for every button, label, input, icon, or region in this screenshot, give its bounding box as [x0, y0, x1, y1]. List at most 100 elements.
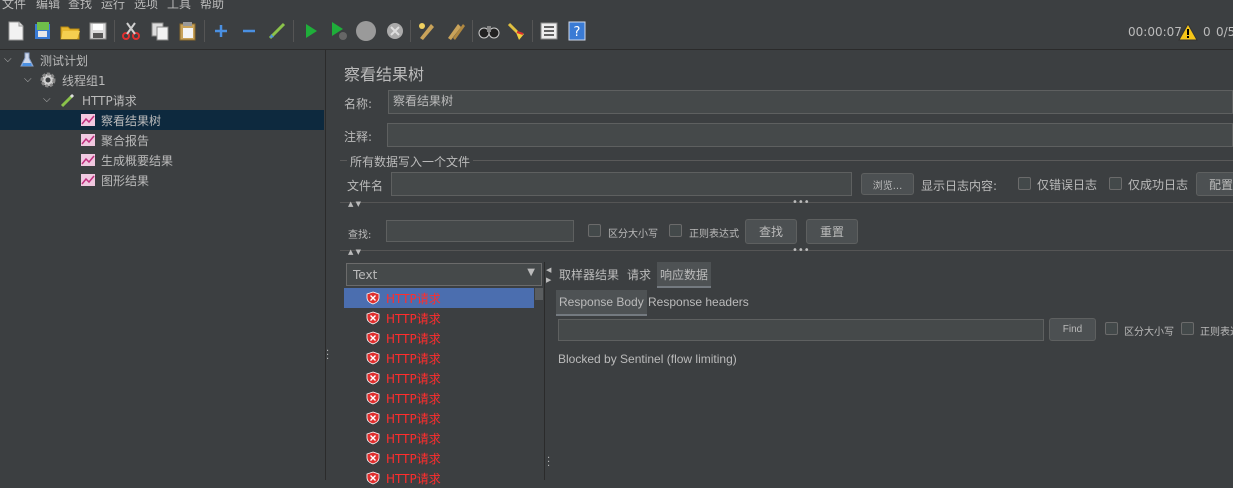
- response-case-checkbox[interactable]: [1105, 322, 1118, 335]
- search-regex-checkbox[interactable]: [669, 224, 682, 237]
- tree-node-aggregate-report[interactable]: 聚合报告: [80, 130, 149, 150]
- start-icon[interactable]: [300, 20, 322, 42]
- warning-icon[interactable]: [1177, 21, 1199, 43]
- test-plan-tree: ⌵ 测试计划 ⌵ 线程组1 ⌵ HTTP请求 察看结果树 聚合报告 生成概要结果…: [0, 50, 325, 480]
- broom-icon[interactable]: [505, 20, 527, 42]
- tree-node-thread-group[interactable]: 线程组1: [40, 70, 106, 90]
- name-field[interactable]: 察看结果树: [388, 90, 1233, 114]
- result-item[interactable]: HTTP请求: [344, 388, 534, 408]
- response-find-button[interactable]: Find: [1049, 318, 1096, 341]
- tree-node-label: 测试计划: [40, 53, 89, 68]
- result-item[interactable]: HTTP请求: [344, 428, 534, 448]
- new-file-icon[interactable]: [5, 20, 27, 42]
- clear-all-icon[interactable]: [445, 20, 467, 42]
- chevron-down-icon[interactable]: ⌵: [43, 94, 51, 105]
- result-item[interactable]: HTTP请求: [344, 308, 534, 328]
- tab-sampler-result[interactable]: 取样器结果: [556, 262, 622, 286]
- result-item[interactable]: HTTP请求: [344, 468, 534, 488]
- menu-search[interactable]: 查找: [68, 0, 92, 12]
- renderer-select[interactable]: Text ▼: [346, 263, 542, 286]
- errors-only-checkbox[interactable]: [1018, 177, 1031, 190]
- thread-count: 0/5: [1216, 25, 1233, 39]
- stop-icon[interactable]: [355, 20, 377, 42]
- search-find-button[interactable]: 查找: [745, 219, 797, 244]
- menu-tools[interactable]: 工具: [167, 0, 191, 12]
- svg-text:?: ?: [574, 25, 581, 40]
- expand-plus-icon[interactable]: [210, 20, 232, 42]
- result-item-label: HTTP请求: [386, 291, 441, 306]
- success-only-checkbox[interactable]: [1109, 177, 1122, 190]
- horizontal-splitter[interactable]: ▲ ▼ •••: [340, 197, 1233, 211]
- result-item[interactable]: HTTP请求: [344, 368, 534, 388]
- copy-icon[interactable]: [149, 20, 171, 42]
- tree-node-label: 察看结果树: [101, 113, 162, 128]
- result-item[interactable]: HTTP请求: [344, 448, 534, 468]
- error-shield-icon: [366, 471, 380, 485]
- log-content-label: 显示日志内容:: [921, 179, 998, 193]
- search-reset-button[interactable]: 重置: [806, 219, 858, 244]
- error-shield-icon: [366, 371, 380, 385]
- open-folder-icon[interactable]: [59, 20, 81, 42]
- gear-icon: [40, 72, 56, 88]
- shutdown-icon[interactable]: [384, 20, 406, 42]
- split-pane-divider[interactable]: · · ·: [325, 50, 332, 480]
- search-input[interactable]: [386, 220, 574, 242]
- help-icon[interactable]: ?: [566, 20, 588, 42]
- toolbar-separator: [204, 20, 205, 42]
- error-shield-icon: [366, 331, 380, 345]
- tree-node-test-plan[interactable]: 测试计划: [20, 50, 88, 70]
- graph-icon: [81, 114, 95, 126]
- configure-button[interactable]: 配置: [1196, 172, 1233, 196]
- menu-file[interactable]: 文件: [2, 0, 26, 12]
- tree-node-view-results-tree[interactable]: 察看结果树: [0, 110, 324, 130]
- menu-help[interactable]: 帮助: [200, 0, 224, 12]
- menu-edit[interactable]: 编辑: [36, 0, 60, 12]
- vertical-splitter[interactable]: ◀ ▶ · · ·: [544, 262, 553, 480]
- tab-response-data[interactable]: 响应数据: [657, 262, 712, 288]
- clear-icon[interactable]: [416, 20, 438, 42]
- error-shield-icon: [366, 431, 380, 445]
- cut-icon[interactable]: [120, 20, 142, 42]
- subtab-response-body[interactable]: Response Body: [556, 290, 647, 316]
- chevron-down-icon[interactable]: ⌵: [4, 54, 12, 65]
- toolbar-separator: [410, 20, 411, 42]
- toolbar: ? 00:00:07 0 0/5: [0, 12, 1233, 50]
- function-list-icon[interactable]: [538, 20, 560, 42]
- subtab-response-headers[interactable]: Response headers: [645, 290, 752, 314]
- start-no-pause-icon[interactable]: [328, 20, 350, 42]
- paste-icon[interactable]: [177, 20, 199, 42]
- search-case-checkbox[interactable]: [588, 224, 601, 237]
- result-item-label: HTTP请求: [386, 471, 441, 486]
- result-item[interactable]: HTTP请求: [344, 288, 534, 308]
- binoculars-icon[interactable]: [478, 20, 500, 42]
- collapse-minus-icon[interactable]: [238, 20, 260, 42]
- chevron-down-icon[interactable]: ⌵: [24, 74, 32, 85]
- toolbar-separator: [532, 20, 533, 42]
- save-icon[interactable]: [87, 20, 109, 42]
- result-item[interactable]: HTTP请求: [344, 408, 534, 428]
- result-item[interactable]: HTTP请求: [344, 348, 534, 368]
- result-item[interactable]: HTTP请求: [344, 328, 534, 348]
- browse-button[interactable]: 浏览...: [861, 173, 914, 195]
- filename-field[interactable]: [391, 172, 852, 196]
- response-regex-checkbox[interactable]: [1181, 322, 1194, 335]
- menu-options[interactable]: 选项: [134, 0, 158, 12]
- splitter-arrows-icon[interactable]: ▲ ▼: [348, 200, 361, 208]
- result-item-label: HTTP请求: [386, 431, 441, 446]
- comment-field[interactable]: [387, 123, 1233, 147]
- templates-icon[interactable]: [32, 20, 54, 42]
- result-item-label: HTTP请求: [386, 451, 441, 466]
- tab-request[interactable]: 请求: [624, 262, 654, 286]
- toggle-icon[interactable]: [266, 20, 288, 42]
- tree-node-http-request[interactable]: HTTP请求: [60, 90, 137, 110]
- tree-node-summary[interactable]: 生成概要结果: [80, 150, 173, 170]
- search-regex-label: 正则表达式: [689, 229, 739, 240]
- graph-icon: [81, 154, 95, 166]
- tree-node-graph-results[interactable]: 图形结果: [80, 170, 149, 190]
- result-list-scrollbar[interactable]: [535, 288, 543, 480]
- toolbar-separator: [293, 20, 294, 42]
- menu-run[interactable]: 运行: [101, 0, 125, 12]
- horizontal-splitter[interactable]: ▲ ▼ •••: [340, 245, 1233, 259]
- splitter-arrows-icon[interactable]: ▲ ▼: [348, 248, 361, 256]
- response-find-input[interactable]: [558, 319, 1044, 341]
